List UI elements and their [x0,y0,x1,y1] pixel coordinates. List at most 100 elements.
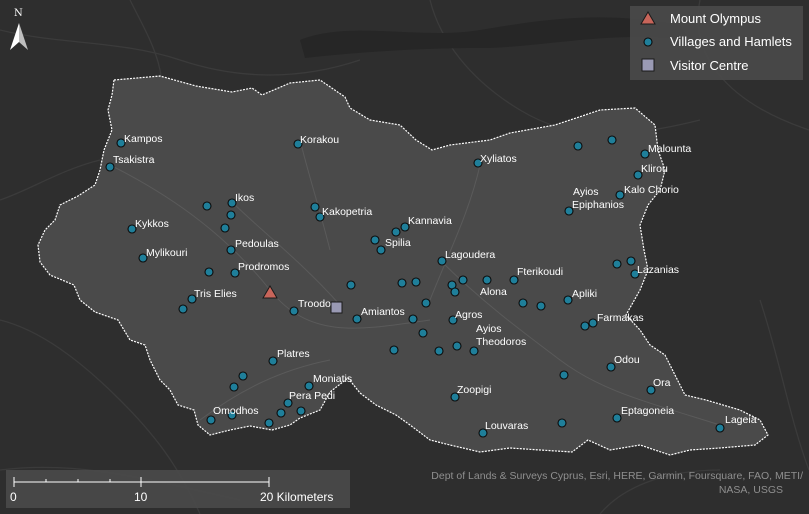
place-label: Fterikoudi [517,266,563,278]
place-label: Kakopetria [322,206,372,218]
place-label: Amiantos [361,306,405,318]
place-label: Lazanias [637,264,679,276]
village-marker[interactable] [418,328,428,338]
village-marker[interactable] [397,278,407,288]
village-marker[interactable] [715,423,725,433]
village-marker[interactable] [310,202,320,212]
village-marker[interactable] [178,304,188,314]
village-marker[interactable] [346,280,356,290]
map[interactable]: Kampos Tsakistra Korakou Xyliatos Maloun… [0,0,809,514]
attribution-line: NASA, USGS [719,484,783,496]
place-label: Theodoros [476,336,526,348]
place-label: Malounta [648,143,691,155]
place-label: Ora [653,377,671,389]
village-marker[interactable] [421,298,431,308]
place-label: Epiphanios [572,199,624,211]
village-marker[interactable] [238,371,248,381]
village-marker[interactable] [612,259,622,269]
village-marker[interactable] [626,256,636,266]
village-marker[interactable] [229,382,239,392]
village-marker[interactable] [391,227,401,237]
village-marker[interactable] [580,321,590,331]
village-omodhos[interactable]: Omodhos [213,405,259,420]
village-marker[interactable] [469,346,479,356]
place-label: Tris Elies [194,288,237,300]
place-label: Kannavia [408,215,452,227]
village-marker[interactable] [557,418,567,428]
village-marker[interactable] [204,267,214,277]
village-marker[interactable] [452,341,462,351]
village-marker[interactable] [458,275,468,285]
village-marker[interactable] [206,415,216,425]
village-marker[interactable] [202,201,212,211]
village-marker[interactable] [408,314,418,324]
place-label: Zoopigi [457,384,491,396]
place-label: Troodos [298,298,336,310]
place-label: Eptagoneia [621,405,674,417]
village-marker[interactable] [411,277,421,287]
place-label: Klirou [641,163,668,175]
village-marker[interactable] [304,381,314,391]
place-label: Pera Pedi [289,390,335,402]
village-marker[interactable] [226,210,236,220]
village-marker[interactable] [296,406,306,416]
place-label: Farmakas [597,312,644,324]
place-label: Ayios [573,186,599,198]
place-label: Moniatis [313,373,352,385]
village-kampos[interactable]: Kampos [116,133,163,148]
legend-label: Mount Olympus [670,11,762,26]
place-label: Kampos [124,133,163,145]
village-xyliatos[interactable]: Xyliatos [473,153,517,168]
village-korakou[interactable]: Korakou [293,134,339,149]
village-marker[interactable] [482,275,492,285]
map-canvas[interactable]: Kampos Tsakistra Korakou Xyliatos Maloun… [0,0,809,514]
place-label: Tsakistra [113,154,155,166]
place-label: Xyliatos [480,153,517,165]
place-label: Korakou [300,134,339,146]
village-marker[interactable] [264,418,274,428]
village-marker[interactable] [370,235,380,245]
place-label: Louvaras [485,420,528,432]
place-label: Platres [277,348,310,360]
village-marker[interactable] [389,345,399,355]
place-label: Prodromos [238,261,289,273]
place-label: Pedoulas [235,238,279,250]
place-label: Alona [480,286,507,298]
scale-tick-label: 10 [134,490,148,504]
place-label: Odou [614,354,640,366]
north-label: N [14,8,23,19]
village-marker[interactable] [612,413,622,423]
place-label: Mylikouri [146,247,187,259]
place-label: Kalo Chorio [624,184,679,196]
village-marker[interactable] [615,190,625,200]
village-marker[interactable] [376,245,386,255]
village-marker[interactable] [268,356,278,366]
place-label: Omodhos [213,405,259,417]
village-marker[interactable] [289,306,299,316]
village-marker[interactable] [588,318,598,328]
attribution-line: Dept of Lands & Surveys Cyprus, Esri, HE… [431,470,803,482]
place-label: Lageia [725,414,757,426]
village-marker[interactable] [434,346,444,356]
village-marker[interactable] [607,135,617,145]
legend-label: Villages and Hamlets [670,34,792,49]
place-label: Lagoudera [445,249,495,261]
village-marker[interactable] [450,287,460,297]
legend: Mount Olympus Villages and Hamlets Visit… [630,6,803,80]
village-marker[interactable] [220,223,230,233]
village-marker[interactable] [536,301,546,311]
place-label: Spilia [385,237,411,249]
village-marker[interactable] [563,295,573,305]
legend-label: Visitor Centre [670,58,749,73]
village-marker[interactable] [573,141,583,151]
place-label: Apliki [572,288,597,300]
village-marker[interactable] [518,298,528,308]
place-label: Ikos [235,192,254,204]
village-marker[interactable] [559,370,569,380]
visitor-centre-marker[interactable] [330,301,343,314]
village-marker[interactable] [226,245,236,255]
place-label: Ayios [476,323,502,335]
village-marker[interactable] [352,314,362,324]
scale-tick-label: 0 [10,490,17,504]
village-marker[interactable] [276,408,286,418]
